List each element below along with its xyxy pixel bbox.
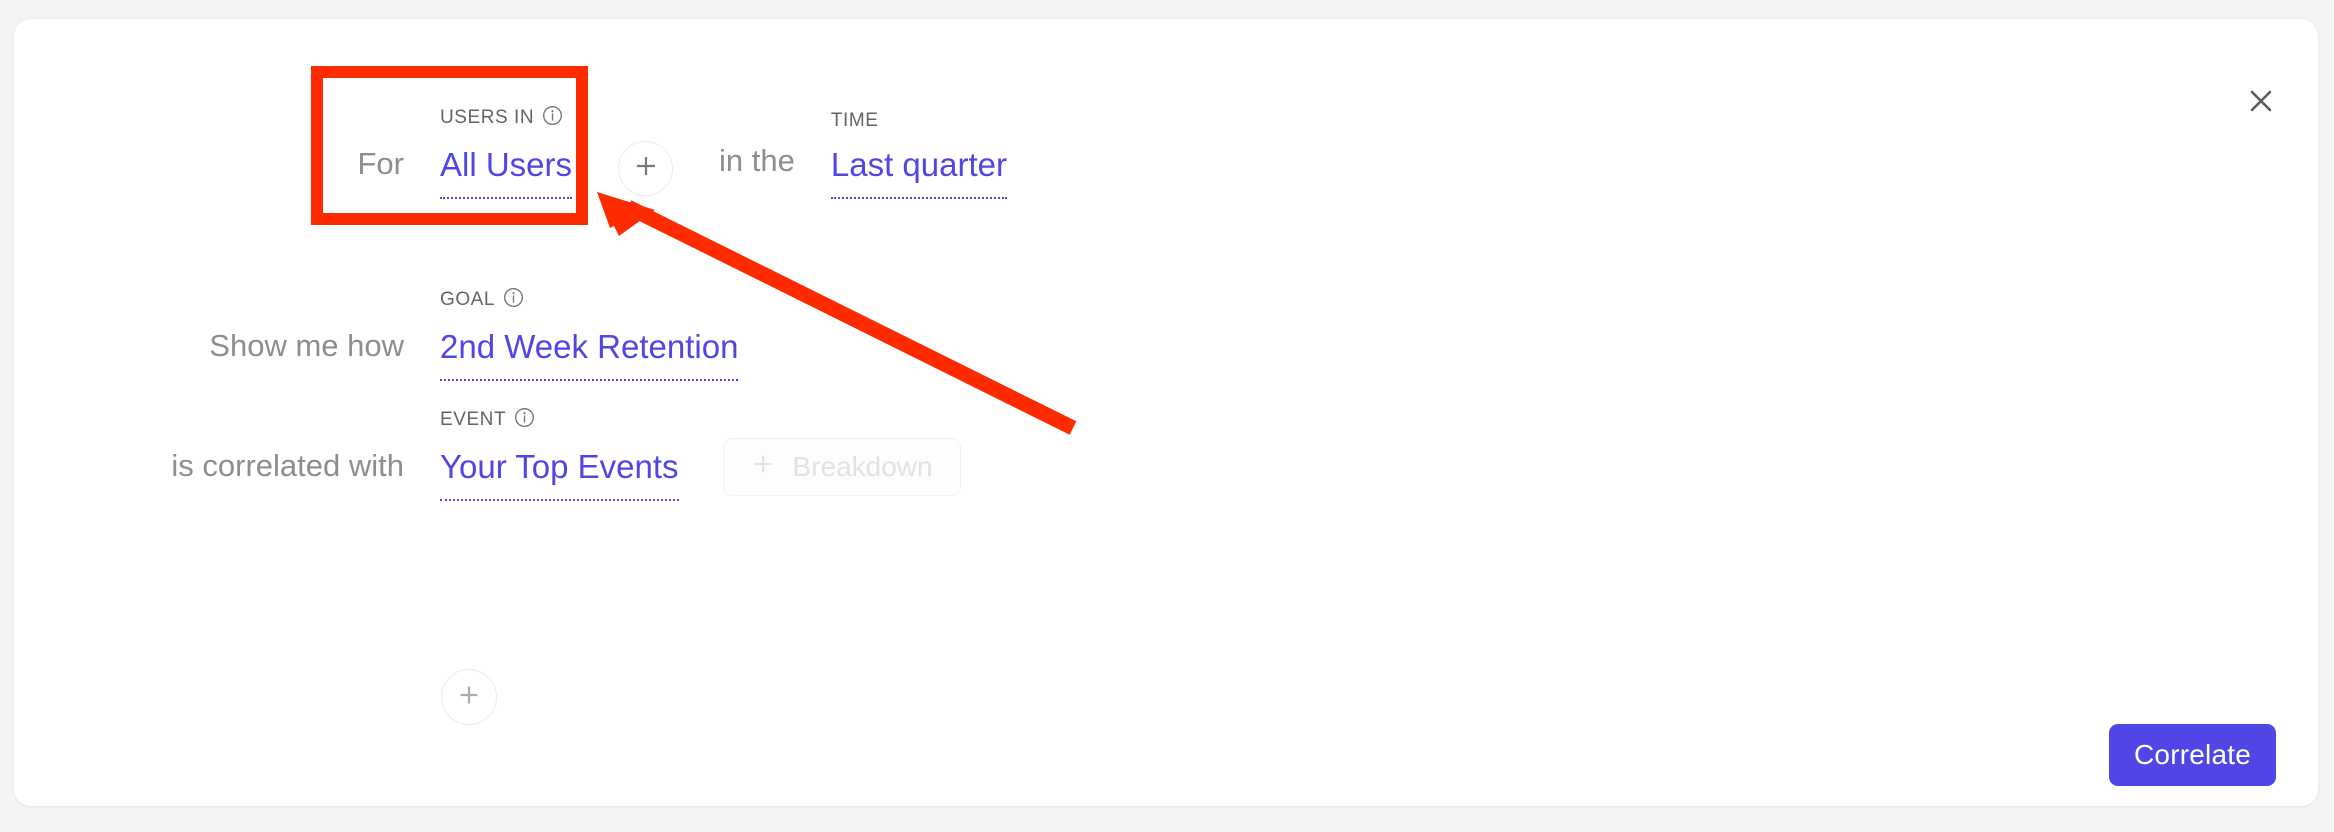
field-label-event: EVENT (440, 407, 535, 432)
add-query-row-button[interactable] (441, 669, 497, 725)
row-lead-is-correlated-with: is correlated with (171, 447, 404, 483)
close-button[interactable] (2242, 82, 2280, 120)
query-row-users: For USERS IN All Users in the TIME Last … (14, 105, 1007, 199)
field-event: EVENT Your Top Events (440, 407, 679, 501)
field-value-users-in[interactable]: All Users (440, 146, 573, 199)
query-row-goal: Show me how GOAL 2nd Week Retention (14, 287, 739, 381)
add-breakdown-button[interactable]: Breakdown (722, 437, 961, 496)
close-icon (2248, 88, 2274, 114)
field-label-text: TIME (830, 110, 879, 131)
row-lead-show-me-how: Show me how (209, 327, 404, 363)
field-label-time: TIME (831, 111, 879, 130)
correlation-query-card: For USERS IN All Users in the TIME Last … (13, 18, 2319, 807)
info-icon[interactable] (542, 105, 563, 130)
field-label-text: EVENT (440, 409, 507, 430)
breakdown-label: Breakdown (792, 450, 933, 482)
field-goal: GOAL 2nd Week Retention (440, 287, 739, 381)
field-label-goal: GOAL (440, 287, 524, 312)
field-label-text: USERS IN (440, 107, 535, 128)
field-label-users-in: USERS IN (440, 105, 563, 130)
add-cohort-button[interactable] (618, 140, 674, 196)
field-time: TIME Last quarter (830, 111, 1007, 199)
field-value-time[interactable]: Last quarter (830, 146, 1007, 199)
field-value-goal[interactable]: 2nd Week Retention (440, 328, 739, 381)
info-icon[interactable] (503, 287, 524, 312)
field-users-in: USERS IN All Users (440, 105, 573, 199)
plus-icon (456, 682, 482, 713)
plus-icon (751, 452, 775, 481)
plus-icon (633, 153, 659, 184)
query-row-event: is correlated with EVENT Your Top Events (14, 407, 961, 501)
field-value-event[interactable]: Your Top Events (440, 448, 679, 501)
row-lead-for: For (357, 145, 405, 181)
correlate-button[interactable]: Correlate (2109, 724, 2276, 786)
field-label-text: GOAL (440, 289, 495, 310)
row-connector-in-the: in the (719, 142, 795, 178)
screen: For USERS IN All Users in the TIME Last … (0, 0, 2334, 832)
info-icon[interactable] (514, 407, 535, 432)
